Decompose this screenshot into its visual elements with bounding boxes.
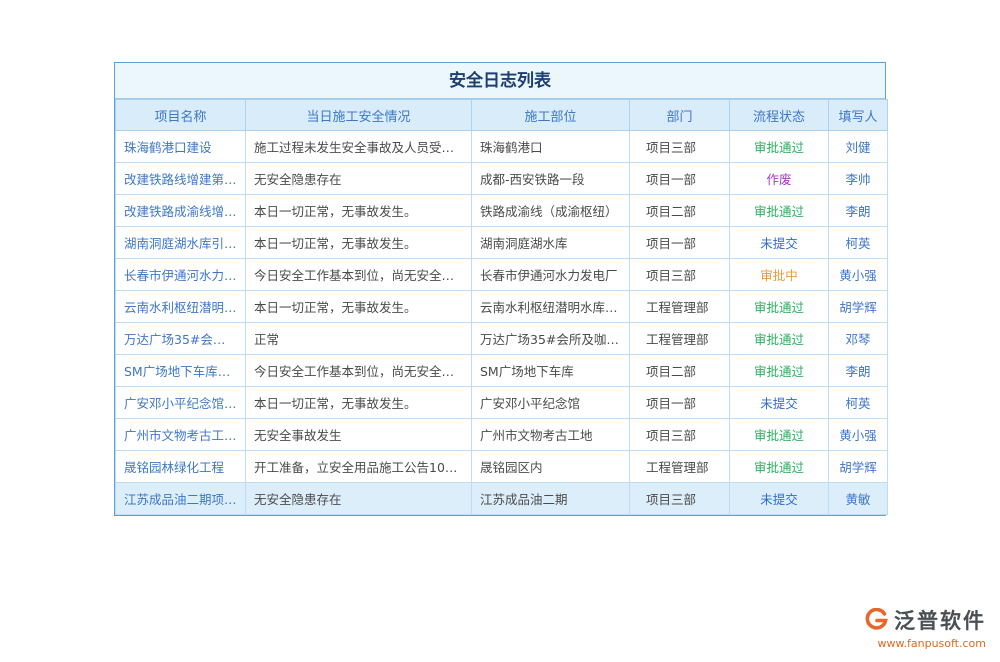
- department-cell: 工程管理部: [630, 291, 730, 323]
- location-cell: 万达广场35#会所及咖啡厅: [472, 323, 630, 355]
- department-cell: 工程管理部: [630, 323, 730, 355]
- project-name-cell[interactable]: 珠海鹤港口建设: [116, 131, 246, 163]
- location-cell: 湖南洞庭湖水库: [472, 227, 630, 259]
- safety-log-table: 项目名称 当日施工安全情况 施工部位 部门 流程状态 填写人 珠海鹤港口建设施工…: [115, 99, 888, 515]
- table-row[interactable]: SM广场地下车库更...今日安全工作基本到位，尚无安全隐...SM广场地下车库项…: [116, 355, 888, 387]
- safety-status-cell: 无安全事故发生: [246, 419, 472, 451]
- project-name-cell[interactable]: 江苏成品油二期项目...: [116, 483, 246, 515]
- column-header-writer: 填写人: [829, 100, 888, 131]
- column-header-status: 流程状态: [730, 100, 829, 131]
- workflow-status-cell[interactable]: 审批通过: [730, 131, 829, 163]
- table-row[interactable]: 长春市伊通河水力发...今日安全工作基本到位，尚无安全隐...长春市伊通河水力发…: [116, 259, 888, 291]
- department-cell: 项目三部: [630, 483, 730, 515]
- project-name-cell[interactable]: 改建铁路成渝线增建...: [116, 195, 246, 227]
- writer-cell[interactable]: 李朗: [829, 355, 888, 387]
- column-header-location: 施工部位: [472, 100, 630, 131]
- table-row[interactable]: 江苏成品油二期项目...无安全隐患存在江苏成品油二期项目三部未提交黄敏: [116, 483, 888, 515]
- safety-status-cell: 无安全隐患存在: [246, 483, 472, 515]
- safety-status-cell: 今日安全工作基本到位，尚无安全隐...: [246, 355, 472, 387]
- department-cell: 项目三部: [630, 131, 730, 163]
- workflow-status-cell[interactable]: 作废: [730, 163, 829, 195]
- safety-status-cell: 施工过程未发生安全事故及人员受伤情况: [246, 131, 472, 163]
- table-row[interactable]: 珠海鹤港口建设施工过程未发生安全事故及人员受伤情况珠海鹤港口项目三部审批通过刘健: [116, 131, 888, 163]
- page-title: 安全日志列表: [115, 63, 885, 99]
- department-cell: 项目一部: [630, 227, 730, 259]
- safety-status-cell: 本日一切正常，无事故发生。: [246, 195, 472, 227]
- project-name-cell[interactable]: 云南水利枢纽潜明水...: [116, 291, 246, 323]
- workflow-status-cell[interactable]: 审批通过: [730, 355, 829, 387]
- location-cell: 云南水利枢纽潜明水库一期: [472, 291, 630, 323]
- safety-status-cell: 本日一切正常，无事故发生。: [246, 227, 472, 259]
- workflow-status-cell[interactable]: 审批通过: [730, 451, 829, 483]
- writer-cell[interactable]: 邓琴: [829, 323, 888, 355]
- writer-cell[interactable]: 李帅: [829, 163, 888, 195]
- table-row[interactable]: 改建铁路线增建第二...无安全隐患存在成都-西安铁路一段项目一部作废李帅: [116, 163, 888, 195]
- table-row[interactable]: 改建铁路成渝线增建...本日一切正常，无事故发生。铁路成渝线（成渝枢纽）项目二部…: [116, 195, 888, 227]
- table-row[interactable]: 广州市文物考古工地...无安全事故发生广州市文物考古工地项目三部审批通过黄小强: [116, 419, 888, 451]
- workflow-status-cell[interactable]: 审批通过: [730, 291, 829, 323]
- safety-status-cell: 开工准备，立安全用品施工公告10个，...: [246, 451, 472, 483]
- workflow-status-cell[interactable]: 未提交: [730, 227, 829, 259]
- safety-status-cell: 今日安全工作基本到位，尚无安全隐...: [246, 259, 472, 291]
- table-row[interactable]: 湖南洞庭湖水库引水...本日一切正常，无事故发生。湖南洞庭湖水库项目一部未提交柯…: [116, 227, 888, 259]
- department-cell: 项目一部: [630, 387, 730, 419]
- workflow-status-cell[interactable]: 未提交: [730, 387, 829, 419]
- workflow-status-cell[interactable]: 审批中: [730, 259, 829, 291]
- table-row[interactable]: 云南水利枢纽潜明水...本日一切正常，无事故发生。云南水利枢纽潜明水库一期工程管…: [116, 291, 888, 323]
- vendor-watermark: 泛普软件 www.fanpusoft.com: [864, 605, 986, 650]
- table-body: 珠海鹤港口建设施工过程未发生安全事故及人员受伤情况珠海鹤港口项目三部审批通过刘健…: [116, 131, 888, 515]
- location-cell: SM广场地下车库: [472, 355, 630, 387]
- writer-cell[interactable]: 刘健: [829, 131, 888, 163]
- department-cell: 项目二部: [630, 195, 730, 227]
- vendor-name: 泛普软件: [894, 605, 986, 635]
- writer-cell[interactable]: 黄小强: [829, 419, 888, 451]
- department-cell: 项目三部: [630, 259, 730, 291]
- location-cell: 成都-西安铁路一段: [472, 163, 630, 195]
- project-name-cell[interactable]: 湖南洞庭湖水库引水...: [116, 227, 246, 259]
- workflow-status-cell[interactable]: 未提交: [730, 483, 829, 515]
- location-cell: 珠海鹤港口: [472, 131, 630, 163]
- location-cell: 晟铭园区内: [472, 451, 630, 483]
- safety-status-cell: 正常: [246, 323, 472, 355]
- project-name-cell[interactable]: 改建铁路线增建第二...: [116, 163, 246, 195]
- writer-cell[interactable]: 柯英: [829, 227, 888, 259]
- writer-cell[interactable]: 黄小强: [829, 259, 888, 291]
- column-header-safety: 当日施工安全情况: [246, 100, 472, 131]
- table-row[interactable]: 万达广场35#会所及...正常万达广场35#会所及咖啡厅工程管理部审批通过邓琴: [116, 323, 888, 355]
- project-name-cell[interactable]: 长春市伊通河水力发...: [116, 259, 246, 291]
- vendor-url: www.fanpusoft.com: [864, 637, 986, 650]
- location-cell: 广州市文物考古工地: [472, 419, 630, 451]
- writer-cell[interactable]: 柯英: [829, 387, 888, 419]
- safety-status-cell: 本日一切正常，无事故发生。: [246, 291, 472, 323]
- location-cell: 长春市伊通河水力发电厂: [472, 259, 630, 291]
- location-cell: 江苏成品油二期: [472, 483, 630, 515]
- project-name-cell[interactable]: 万达广场35#会所及...: [116, 323, 246, 355]
- department-cell: 项目一部: [630, 163, 730, 195]
- writer-cell[interactable]: 李朗: [829, 195, 888, 227]
- column-header-project: 项目名称: [116, 100, 246, 131]
- table-row[interactable]: 广安邓小平纪念馆安...本日一切正常，无事故发生。广安邓小平纪念馆项目一部未提交…: [116, 387, 888, 419]
- table-header-row: 项目名称 当日施工安全情况 施工部位 部门 流程状态 填写人: [116, 100, 888, 131]
- department-cell: 工程管理部: [630, 451, 730, 483]
- writer-cell[interactable]: 胡学辉: [829, 451, 888, 483]
- safety-status-cell: 无安全隐患存在: [246, 163, 472, 195]
- workflow-status-cell[interactable]: 审批通过: [730, 419, 829, 451]
- writer-cell[interactable]: 黄敏: [829, 483, 888, 515]
- location-cell: 铁路成渝线（成渝枢纽）: [472, 195, 630, 227]
- safety-status-cell: 本日一切正常，无事故发生。: [246, 387, 472, 419]
- project-name-cell[interactable]: 晟铭园林绿化工程: [116, 451, 246, 483]
- workflow-status-cell[interactable]: 审批通过: [730, 195, 829, 227]
- project-name-cell[interactable]: 广州市文物考古工地...: [116, 419, 246, 451]
- writer-cell[interactable]: 胡学辉: [829, 291, 888, 323]
- project-name-cell[interactable]: SM广场地下车库更...: [116, 355, 246, 387]
- safety-log-panel: 安全日志列表 项目名称 当日施工安全情况 施工部位 部门 流程状态 填写人 珠海…: [114, 62, 886, 516]
- department-cell: 项目二部: [630, 355, 730, 387]
- workflow-status-cell[interactable]: 审批通过: [730, 323, 829, 355]
- fanpu-logo-icon: [864, 608, 888, 632]
- project-name-cell[interactable]: 广安邓小平纪念馆安...: [116, 387, 246, 419]
- location-cell: 广安邓小平纪念馆: [472, 387, 630, 419]
- department-cell: 项目三部: [630, 419, 730, 451]
- column-header-dept: 部门: [630, 100, 730, 131]
- table-row[interactable]: 晟铭园林绿化工程开工准备，立安全用品施工公告10个，...晟铭园区内工程管理部审…: [116, 451, 888, 483]
